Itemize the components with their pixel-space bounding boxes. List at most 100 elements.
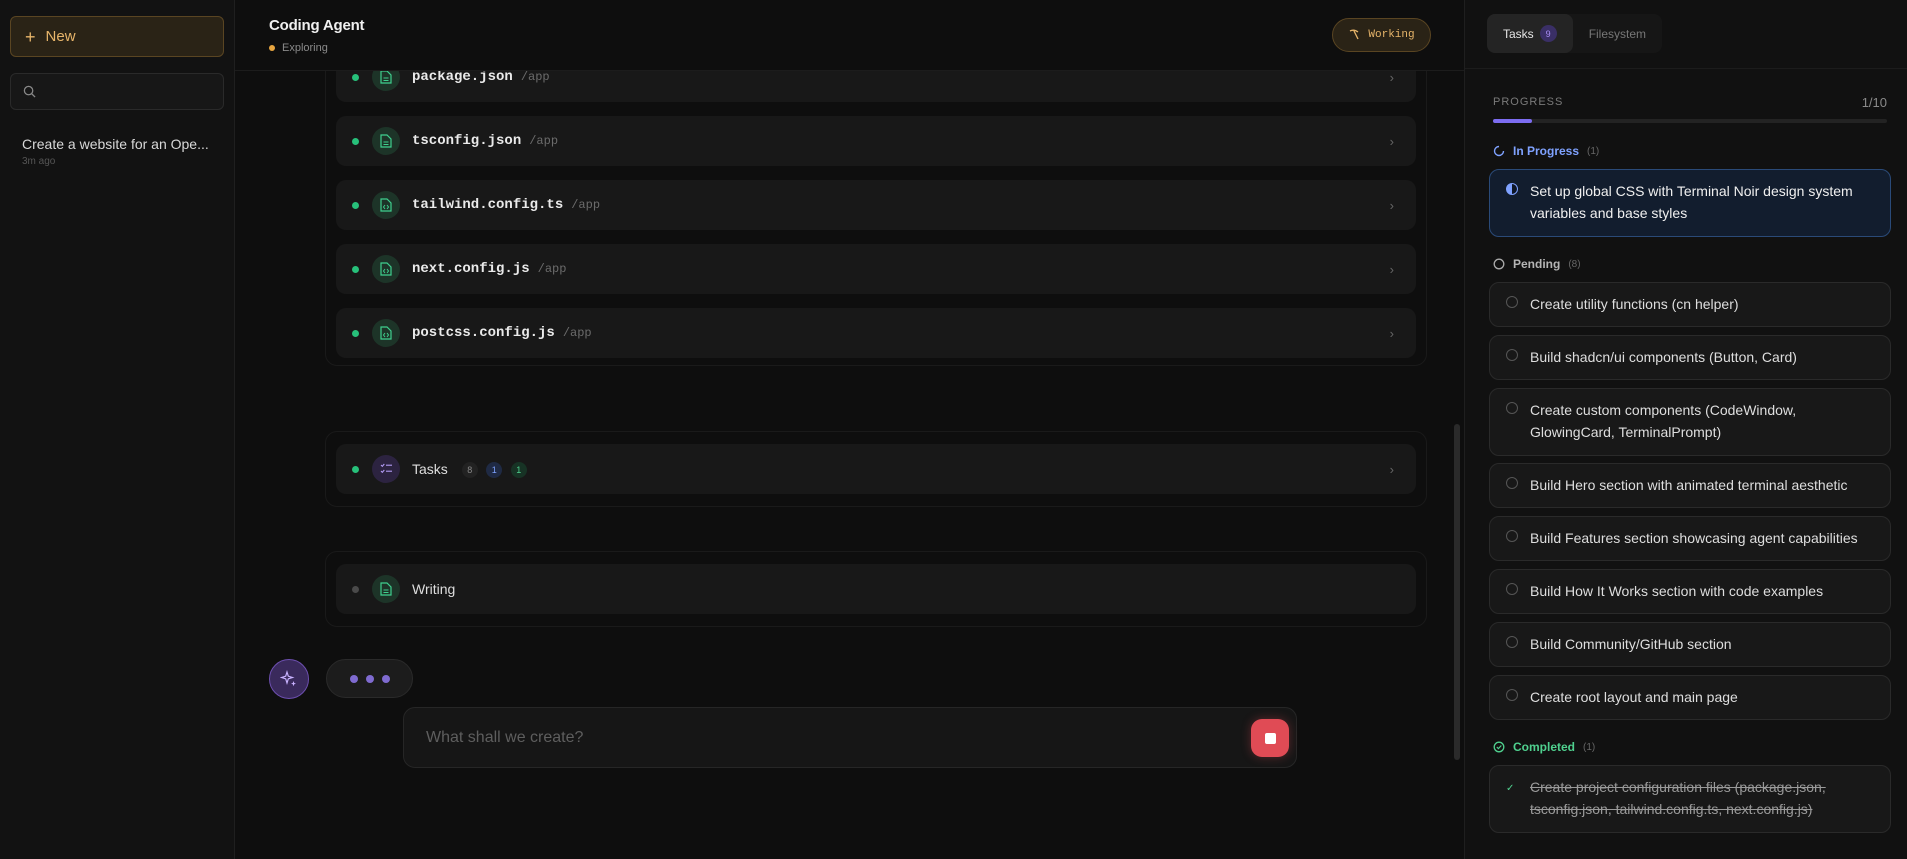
search-box[interactable] <box>10 73 224 110</box>
chevron-right-icon: › <box>1389 462 1394 477</box>
typing-dot <box>349 674 358 683</box>
status-dot <box>352 585 359 593</box>
tasks-group: Tasks 8 1 1 › <box>325 431 1427 507</box>
task-text: Build How It Works section with code exa… <box>1530 583 1824 599</box>
file-row[interactable]: tsconfig.json /app › <box>336 116 1416 166</box>
typing-indicator <box>326 659 413 698</box>
task-card[interactable]: Build Hero section with animated termina… <box>1489 463 1891 508</box>
circle-icon <box>1506 583 1518 595</box>
conversation-time: 3m ago <box>22 156 56 167</box>
progress-bar <box>1493 119 1887 123</box>
tasks-panel: Tasks 9 Filesystem PROGRESS 1/10 In Prog… <box>1464 0 1907 859</box>
status-dot <box>352 465 359 473</box>
task-text: Create root layout and main page <box>1530 689 1738 705</box>
tasks-row[interactable]: Tasks 8 1 1 › <box>336 444 1416 494</box>
file-icon <box>372 575 400 603</box>
header: Coding Agent Exploring Working <box>235 0 1464 71</box>
sparkles-icon <box>280 670 296 687</box>
composer <box>403 707 1297 768</box>
progress-count: 1/10 <box>1861 95 1887 110</box>
pending-header: Pending (8) <box>1493 257 1581 271</box>
working-badge: Working <box>1332 18 1431 52</box>
stop-icon <box>1264 732 1276 744</box>
file-row[interactable]: postcss.config.js /app › <box>336 308 1416 358</box>
tab-filesystem[interactable]: Filesystem <box>1573 14 1662 53</box>
writing-group: Writing <box>325 551 1427 627</box>
task-card[interactable]: ✓ Create project configuration files (pa… <box>1489 765 1891 833</box>
file-row[interactable]: tailwind.config.ts /app › <box>336 180 1416 230</box>
tab-tasks-label: Tasks <box>1503 26 1534 41</box>
list-checks-icon <box>372 455 400 483</box>
file-row[interactable]: package.json /app › <box>336 71 1416 102</box>
typing-dot <box>365 674 374 683</box>
task-card[interactable]: Create root layout and main page <box>1489 675 1891 720</box>
task-text: Build Hero section with animated termina… <box>1530 477 1848 493</box>
task-badges: 8 1 1 <box>458 460 527 478</box>
search-icon <box>23 85 36 98</box>
typing-dot <box>381 674 390 683</box>
in-progress-count-badge: 1 <box>486 462 503 478</box>
half-circle-icon <box>1506 183 1518 195</box>
in-progress-header: In Progress (1) <box>1493 144 1599 158</box>
task-card[interactable]: Build shadcn/ui components (Button, Card… <box>1489 335 1891 380</box>
circle-icon <box>1506 402 1518 414</box>
tasks-label: Tasks <box>412 461 448 477</box>
file-icon <box>372 127 400 155</box>
progress-label: PROGRESS <box>1493 96 1564 108</box>
file-name: postcss.config.js <box>412 325 555 341</box>
divider <box>1465 68 1907 69</box>
tab-tasks[interactable]: Tasks 9 <box>1487 14 1573 53</box>
task-card[interactable]: Set up global CSS with Terminal Noir des… <box>1489 169 1891 237</box>
circle-icon <box>1506 477 1518 489</box>
tasks-count-badge: 9 <box>1539 25 1557 42</box>
pickaxe-icon <box>1350 29 1359 40</box>
completed-label: Completed <box>1513 740 1576 754</box>
task-text: Create custom components (CodeWindow, Gl… <box>1530 402 1797 440</box>
file-name: tsconfig.json <box>412 133 522 149</box>
task-text: Build shadcn/ui components (Button, Card… <box>1530 349 1797 365</box>
task-card[interactable]: Build Community/GitHub section <box>1489 622 1891 667</box>
agent-avatar <box>269 659 309 699</box>
search-input[interactable] <box>44 84 214 99</box>
completed-count-badge: 1 <box>510 462 527 478</box>
new-button-label: New <box>45 28 76 45</box>
circle-icon <box>1506 689 1518 701</box>
task-text: Build Community/GitHub section <box>1530 636 1732 652</box>
task-card[interactable]: Build Features section showcasing agent … <box>1489 516 1891 561</box>
conversation-title: Create a website for an Ope... <box>22 136 209 152</box>
chevron-right-icon: › <box>1389 71 1394 85</box>
chevron-right-icon: › <box>1389 262 1394 277</box>
in-progress-label: In Progress <box>1513 144 1580 158</box>
circle-icon <box>1506 636 1518 648</box>
circle-icon <box>1493 258 1505 270</box>
circle-icon <box>1506 296 1518 308</box>
file-icon <box>372 71 400 91</box>
status-dot <box>352 137 359 145</box>
file-path: /app <box>520 71 550 84</box>
new-button[interactable]: + New <box>10 16 224 57</box>
task-card[interactable]: Create custom components (CodeWindow, Gl… <box>1489 388 1891 456</box>
prompt-input[interactable] <box>426 728 1206 747</box>
chevron-right-icon: › <box>1389 326 1394 341</box>
task-text: Build Features section showcasing agent … <box>1530 530 1858 546</box>
agent-status: Exploring <box>269 42 328 54</box>
conversation-item[interactable]: Create a website for an Ope... 3m ago <box>10 136 224 167</box>
sidebar: + New Create a website for an Ope... 3m … <box>0 0 235 859</box>
task-text: Set up global CSS with Terminal Noir des… <box>1530 183 1853 221</box>
status-dot <box>352 265 359 273</box>
file-name: tailwind.config.ts <box>412 197 564 213</box>
file-code-icon <box>372 319 400 347</box>
file-path: /app <box>571 198 601 212</box>
file-row[interactable]: next.config.js /app › <box>336 244 1416 294</box>
task-card[interactable]: Build How It Works section with code exa… <box>1489 569 1891 614</box>
pending-count-badge: 8 <box>461 462 478 478</box>
task-card[interactable]: Create utility functions (cn helper) <box>1489 282 1891 327</box>
status-dot <box>352 73 359 81</box>
scrollbar[interactable] <box>1454 424 1460 760</box>
tab-filesystem-label: Filesystem <box>1588 26 1647 41</box>
stop-button[interactable] <box>1251 719 1289 757</box>
status-dot <box>352 329 359 337</box>
task-text: Create utility functions (cn helper) <box>1530 296 1739 312</box>
writing-label: Writing <box>412 581 456 597</box>
completed-header: Completed (1) <box>1493 740 1595 754</box>
